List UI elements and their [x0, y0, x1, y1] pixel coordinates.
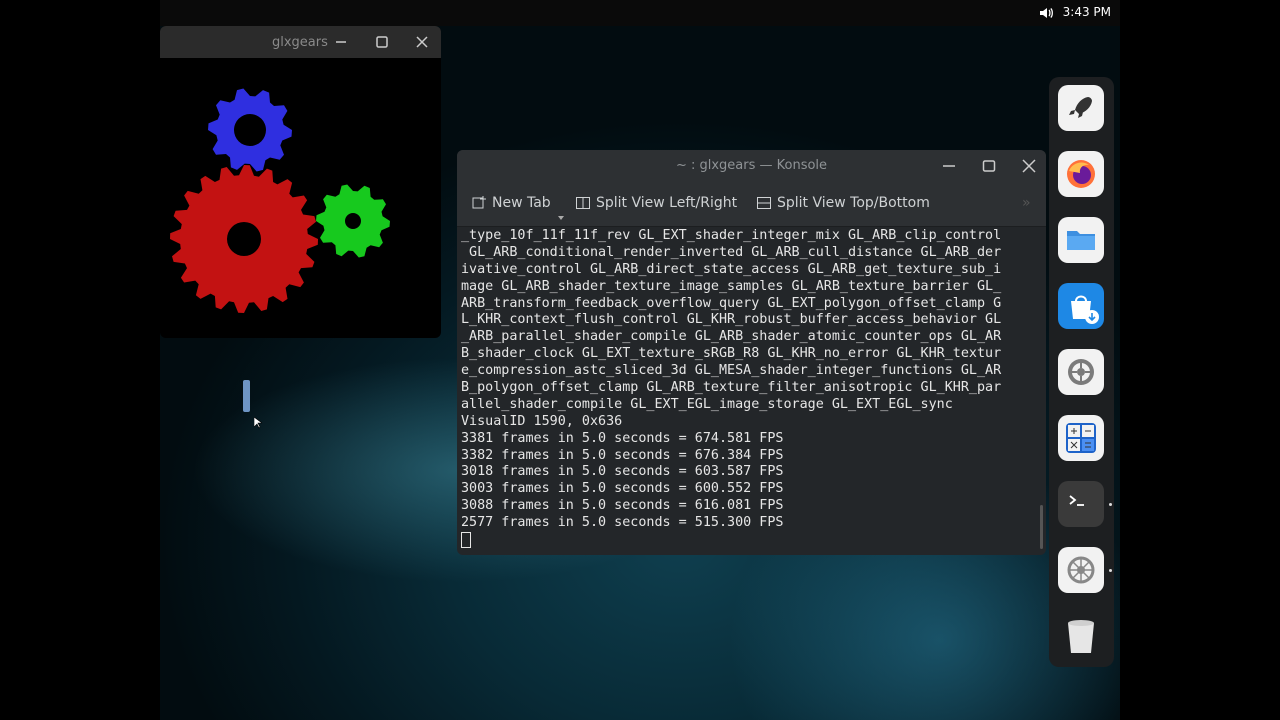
close-icon[interactable] — [414, 34, 430, 50]
window-title: glxgears — [272, 35, 328, 50]
terminal-line: allel_shader_compile GL_EXT_EGL_image_st… — [461, 396, 953, 412]
window-title: ~ : glxgears — Konsole — [675, 158, 828, 173]
terminal-line: 3381 frames in 5.0 seconds = 674.581 FPS — [461, 430, 784, 446]
toolbar-overflow-button[interactable]: » — [1022, 195, 1031, 211]
dock-item-trash[interactable] — [1058, 613, 1104, 659]
text-cursor — [461, 532, 471, 549]
konsole-window[interactable]: ~ : glxgears — Konsole New Tab Split Vie… — [457, 150, 1046, 555]
dock-item-calculator[interactable] — [1058, 415, 1104, 461]
dock-item-settings[interactable] — [1058, 349, 1104, 395]
new-tab-button[interactable]: New Tab — [471, 195, 551, 211]
minimize-icon[interactable] — [941, 158, 957, 174]
split-left-right-button[interactable]: Split View Left/Right — [575, 195, 737, 211]
rocket-launcher-icon — [1058, 85, 1104, 131]
chevron-down-icon[interactable] — [558, 216, 564, 220]
calculator-icon — [1058, 415, 1104, 461]
terminal-line: 3018 frames in 5.0 seconds = 603.587 FPS — [461, 464, 784, 480]
split-horizontal-icon — [757, 197, 771, 209]
dock-item-folder[interactable] — [1058, 217, 1104, 263]
konsole-titlebar[interactable]: ~ : glxgears — Konsole — [457, 150, 1046, 182]
dock-item-rocket-launcher[interactable] — [1058, 85, 1104, 131]
scrollbar[interactable] — [1040, 505, 1043, 549]
terminal-line: 3382 frames in 5.0 seconds = 676.384 FPS — [461, 447, 784, 463]
terminal-line: e_compression_astc_sliced_3d GL_MESA_sha… — [461, 363, 1002, 379]
green-gear — [316, 184, 390, 258]
firefox-icon — [1058, 151, 1104, 197]
maximize-icon[interactable] — [374, 34, 390, 50]
terminal-line: B_polygon_offset_clamp GL_ARB_texture_fi… — [461, 380, 1002, 396]
terminal-prompt-line[interactable] — [461, 532, 1036, 549]
terminal-line: VisualID 1590, 0x636 — [461, 413, 623, 429]
maximize-icon[interactable] — [981, 158, 997, 174]
terminal-line: ivative_control GL_ARB_direct_state_acce… — [461, 261, 1002, 277]
split-vertical-icon — [576, 197, 590, 209]
split-left-right-label: Split View Left/Right — [596, 195, 738, 211]
split-top-bottom-label: Split View Top/Bottom — [777, 195, 930, 211]
top-panel: 3:43 PM — [160, 0, 1120, 26]
trash-icon — [1068, 620, 1094, 653]
dock-item-firefox[interactable] — [1058, 151, 1104, 197]
terminal-line: B_shader_clock GL_EXT_texture_sRGB_R8 GL… — [461, 346, 1002, 362]
terminal-line: 3088 frames in 5.0 seconds = 616.081 FPS — [461, 498, 784, 514]
gears-render — [170, 88, 390, 313]
split-top-bottom-button[interactable]: Split View Top/Bottom — [756, 195, 930, 211]
blue-gear — [208, 88, 292, 172]
running-indicator — [1109, 503, 1112, 506]
terminal-line: _type_10f_11f_11f_rev GL_EXT_shader_inte… — [461, 228, 1002, 243]
terminal-line: ARB_transform_feedback_overflow_query GL… — [461, 295, 1002, 311]
dock-item-software-store[interactable] — [1058, 283, 1104, 329]
folder-icon — [1058, 217, 1104, 263]
running-indicator — [1109, 569, 1112, 572]
new-tab-icon — [472, 196, 486, 209]
glxgears-titlebar[interactable]: glxgears — [160, 26, 441, 58]
speaker-icon[interactable] — [1038, 5, 1054, 21]
terminal-line: 2577 frames in 5.0 seconds = 515.300 FPS — [461, 515, 784, 531]
terminal-line: L_KHR_context_flush_control GL_KHR_robus… — [461, 312, 1002, 328]
terminal-line: mage GL_ARB_shader_texture_image_samples… — [461, 278, 1002, 294]
minimize-icon[interactable] — [333, 34, 349, 50]
terminal-line: _ARB_parallel_shader_compile GL_ARB_shad… — [461, 329, 1002, 345]
terminal-line: GL_ARB_conditional_render_inverted GL_AR… — [461, 244, 1002, 260]
system-settings-icon — [1058, 547, 1104, 593]
glxgears-window[interactable]: glxgears — [160, 26, 441, 338]
clock[interactable]: 3:43 PM — [1063, 5, 1111, 19]
dock-item-system-settings[interactable] — [1058, 547, 1104, 593]
close-icon[interactable] — [1021, 158, 1037, 174]
settings-icon — [1058, 349, 1104, 395]
terminal-icon — [1058, 481, 1104, 527]
dock-item-terminal[interactable] — [1058, 481, 1104, 527]
terminal-output[interactable]: _type_10f_11f_11f_rev GL_EXT_shader_inte… — [461, 228, 1036, 549]
red-gear — [170, 165, 318, 313]
software-store-icon — [1058, 283, 1104, 329]
konsole-toolbar: New Tab Split View Left/Right Split View… — [457, 182, 1046, 227]
mouse-pointer-icon — [254, 417, 262, 429]
dock — [1049, 77, 1114, 667]
panel-handle[interactable] — [243, 380, 250, 412]
new-tab-label: New Tab — [492, 195, 551, 211]
terminal-line: 3003 frames in 5.0 seconds = 600.552 FPS — [461, 481, 784, 497]
